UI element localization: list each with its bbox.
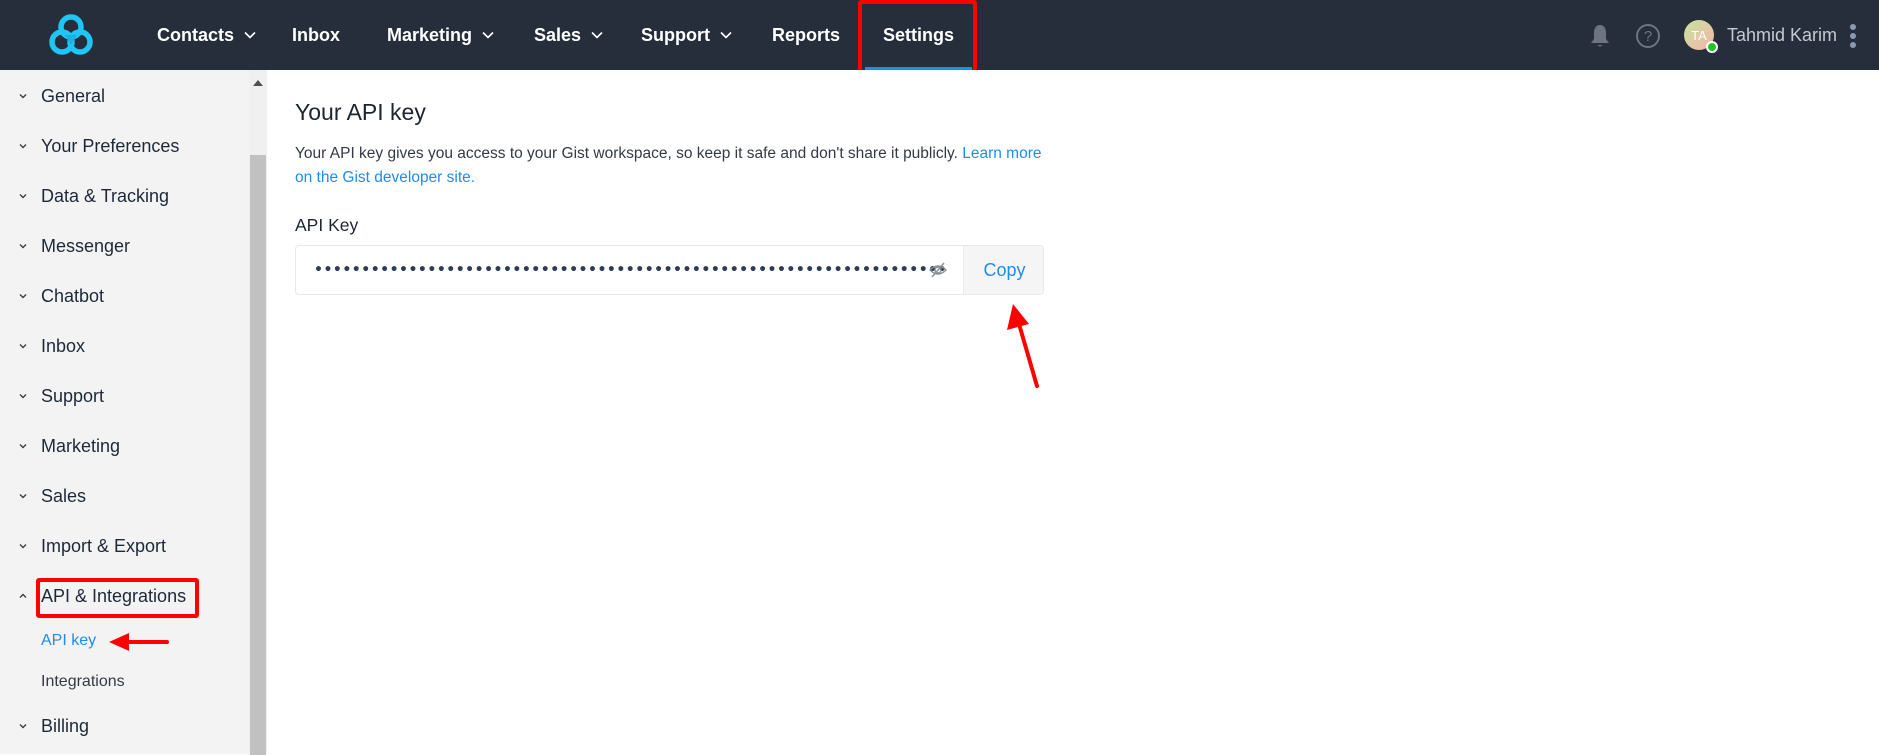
nav-contacts[interactable]: Contacts <box>157 0 257 70</box>
scroll-up-arrow-icon[interactable] <box>253 80 263 86</box>
sidebar-item-label: Data & Tracking <box>41 185 170 206</box>
annotation-arrow-up-icon <box>1007 304 1039 388</box>
nav-reports-label: Reports <box>772 24 841 45</box>
api-key-field: Copy <box>295 245 1044 295</box>
gist-logo-icon[interactable] <box>48 13 94 57</box>
kebab-dot <box>1850 33 1856 39</box>
page-title: Your API key <box>295 99 426 125</box>
chevron-down-icon <box>591 31 603 39</box>
sidebar-scrollbar[interactable] <box>249 70 267 755</box>
online-status-indicator <box>1706 41 1718 53</box>
chevron-down-icon <box>19 144 27 149</box>
description-text: Your API key gives you access to your Gi… <box>295 145 963 162</box>
nav-inbox-label: Inbox <box>292 24 340 45</box>
api-key-description: Your API key gives you access to your Gi… <box>295 142 1055 190</box>
nav-inbox[interactable]: Inbox <box>292 0 340 70</box>
nav-sales[interactable]: Sales <box>534 0 604 70</box>
sidebar-item-label: Chatbot <box>41 285 105 306</box>
scrollbar-thumb[interactable] <box>250 155 266 755</box>
nav-contacts-label: Contacts <box>157 24 235 45</box>
chevron-down-icon <box>19 294 27 299</box>
api-key-input[interactable] <box>296 246 963 294</box>
nav-sales-label: Sales <box>534 24 582 45</box>
sidebar-item-chatbot[interactable]: Chatbot <box>0 278 249 314</box>
api-key-field-label: API Key <box>295 215 359 235</box>
sidebar-item-support[interactable]: Support <box>0 378 249 414</box>
annotation-arrow-left-icon <box>109 633 169 651</box>
more-options-icon[interactable] <box>1849 24 1857 48</box>
sidebar-item-your-preferences[interactable]: Your Preferences <box>0 128 249 164</box>
sidebar-item-marketing[interactable]: Marketing <box>0 428 249 464</box>
help-glyph: ? <box>1643 27 1653 45</box>
chevron-down-icon <box>19 344 27 349</box>
nav-marketing[interactable]: Marketing <box>387 0 495 70</box>
help-icon[interactable]: ? <box>1636 24 1660 48</box>
main-content: Your API key Your API key gives you acce… <box>267 70 1879 754</box>
chevron-down-icon <box>19 494 27 499</box>
sidebar-item-label: General <box>41 85 106 106</box>
nav-support[interactable]: Support <box>641 0 733 70</box>
sidebar-item-import-export[interactable]: Import & Export <box>0 528 249 564</box>
sidebar-item-messenger[interactable]: Messenger <box>0 228 249 264</box>
kebab-dot <box>1850 24 1856 30</box>
sidebar-item-label: Messenger <box>41 235 131 256</box>
sidebar-item-api-integrations[interactable]: API & Integrations <box>0 578 249 614</box>
nav-marketing-label: Marketing <box>387 24 473 45</box>
sidebar-item-data-tracking[interactable]: Data & Tracking <box>0 178 249 214</box>
chevron-down-icon <box>19 724 27 729</box>
chevron-up-icon <box>19 593 27 598</box>
sidebar-item-label: Inbox <box>41 335 86 356</box>
nav-support-label: Support <box>641 24 710 45</box>
avatar-initials: TA <box>1691 27 1707 43</box>
sidebar-item-general[interactable]: General <box>0 78 249 114</box>
nav-settings[interactable]: Settings <box>865 0 973 70</box>
nav-settings-label: Settings <box>883 24 955 45</box>
sidebar-item-label: Your Preferences <box>41 135 180 156</box>
chevron-down-icon <box>19 244 27 249</box>
sidebar-subitem-integrations[interactable]: Integrations <box>41 673 125 691</box>
chevron-down-icon <box>19 94 27 99</box>
chevron-down-icon <box>19 394 27 399</box>
chevron-down-icon <box>19 194 27 199</box>
sidebar-item-billing[interactable]: Billing <box>0 708 249 744</box>
chevron-down-icon <box>244 31 256 39</box>
sidebar-subitem-api-key[interactable]: API key <box>41 632 96 650</box>
sidebar-item-inbox[interactable]: Inbox <box>0 328 249 364</box>
kebab-dot <box>1850 42 1856 48</box>
sidebar-item-label: Sales <box>41 485 87 506</box>
nav-reports[interactable]: Reports <box>772 0 840 70</box>
chevron-down-icon <box>19 444 27 449</box>
user-avatar[interactable]: TA <box>1684 20 1718 53</box>
chevron-down-icon <box>482 31 494 39</box>
chevron-down-icon <box>720 31 732 39</box>
user-name[interactable]: Tahmid Karim <box>1727 0 1837 70</box>
sidebar-item-label: Marketing <box>41 435 121 456</box>
chevron-down-icon <box>19 544 27 549</box>
bell-icon[interactable] <box>1588 23 1612 49</box>
copy-button[interactable]: Copy <box>963 246 1043 294</box>
settings-sidebar: General Your Preferences Data & Tracking… <box>0 70 249 754</box>
sidebar-item-label: Import & Export <box>41 535 167 556</box>
sidebar-item-sales[interactable]: Sales <box>0 478 249 514</box>
eye-slash-icon[interactable] <box>928 261 948 279</box>
sidebar-item-label: API & Integrations <box>41 585 187 606</box>
sidebar-item-label: Support <box>41 385 105 406</box>
top-navigation-bar: Contacts Inbox Marketing Sales Support R… <box>0 0 1879 75</box>
sidebar-item-label: Billing <box>41 715 90 736</box>
